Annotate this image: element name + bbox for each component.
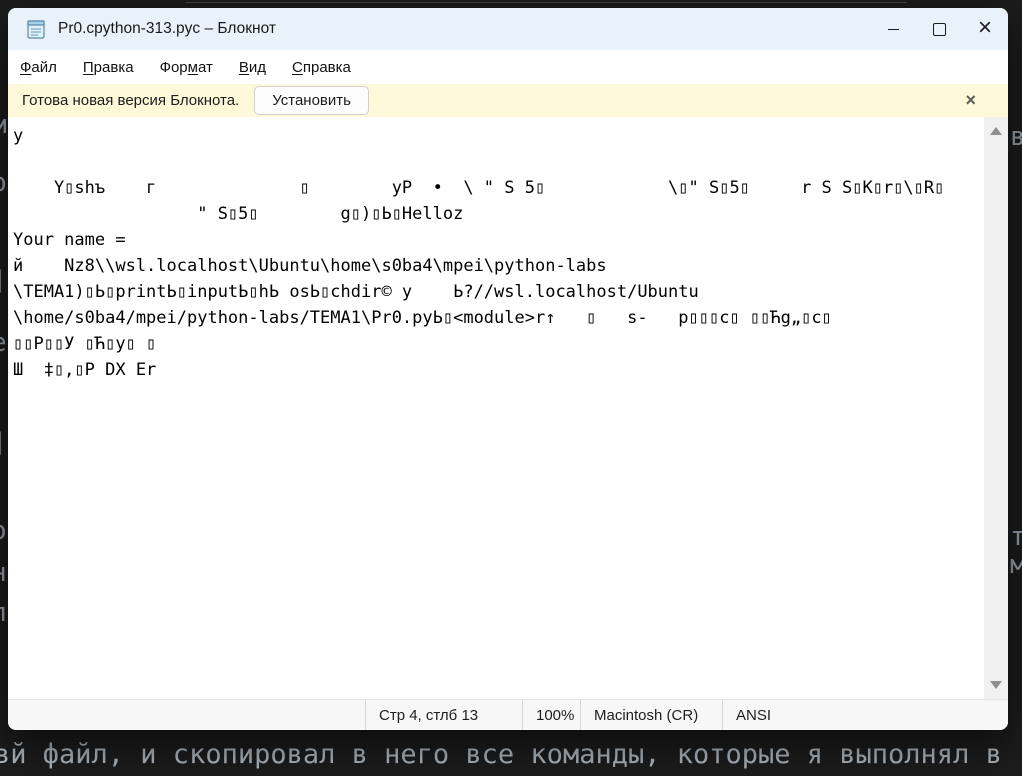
menu-file[interactable]: Файл — [12, 54, 65, 81]
status-spacer — [8, 700, 365, 730]
close-icon: × — [978, 16, 992, 40]
status-cursor-position: Стр 4, стлб 13 — [365, 700, 522, 730]
menu-edit[interactable]: Правка — [75, 54, 142, 81]
cursor-position-label: Стр 4, стлб 13 — [379, 707, 478, 724]
minimize-icon — [888, 29, 899, 30]
menu-label-part: ид — [249, 59, 266, 76]
notepad-icon — [24, 17, 48, 41]
status-zoom-level: 100% — [522, 700, 580, 730]
window-title: Pr0.cpython-313.pyc – Блокнот — [58, 20, 276, 38]
menu-accesskey: П — [83, 59, 94, 76]
menu-view[interactable]: Вид — [231, 54, 274, 81]
text-editor-area: y Y▯shъ г ▯ yP • \ " S 5▯ \▯" S▯5▯ r S S… — [8, 117, 1008, 699]
background-text-fragment: р — [0, 170, 7, 196]
vertical-scrollbar[interactable] — [984, 117, 1008, 699]
menu-bar: Файл Правка Формат Вид Справка — [8, 50, 1008, 84]
menu-accesskey: В — [239, 59, 249, 76]
banner-close-icon[interactable]: × — [965, 90, 976, 111]
menu-accesskey: Ф — [20, 59, 31, 76]
resize-grip[interactable] — [1001, 723, 1003, 725]
install-button[interactable]: Установить — [254, 86, 369, 115]
background-window-edge — [185, 2, 907, 3]
title-bar[interactable]: Pr0.cpython-313.pyc – Блокнот × — [8, 8, 1008, 50]
status-line-ending: Macintosh (CR) — [580, 700, 722, 730]
document-text[interactable]: y Y▯shъ г ▯ yP • \ " S 5▯ \▯" S▯5▯ r S S… — [8, 117, 984, 699]
status-encoding: ANSI — [722, 700, 1008, 730]
background-text-fragment: т — [1010, 524, 1022, 550]
background-text-fragment: м — [1010, 552, 1022, 578]
menu-format[interactable]: Формат — [152, 54, 221, 81]
menu-label-part: Фор — [160, 59, 188, 76]
window-controls: × — [870, 8, 1008, 50]
menu-label-part: правка — [303, 59, 351, 76]
menu-help[interactable]: Справка — [284, 54, 359, 81]
terminal-text-line: вй файл, и скопировал в него все команды… — [0, 739, 1002, 770]
menu-label-part: ат — [198, 59, 213, 76]
menu-accesskey: С — [292, 59, 303, 76]
background-text-fragment: ] — [0, 430, 7, 456]
maximize-icon — [933, 23, 946, 36]
background-text-fragment: н — [0, 560, 7, 586]
scroll-up-icon[interactable] — [990, 127, 1002, 135]
desktop-background: м р ] е ] о н л в т м вй файл, и скопиро… — [0, 0, 1022, 776]
encoding-label: ANSI — [736, 707, 771, 724]
background-text-fragment: в — [1010, 124, 1022, 150]
line-ending-label: Macintosh (CR) — [594, 707, 698, 724]
notepad-window: Pr0.cpython-313.pyc – Блокнот × Файл Пра… — [8, 8, 1008, 730]
update-banner: Готова новая версия Блокнота. Установить… — [8, 84, 1008, 117]
update-banner-message: Готова новая версия Блокнота. — [22, 92, 239, 109]
scroll-down-icon[interactable] — [990, 681, 1002, 689]
background-text-fragment: л — [0, 600, 7, 626]
close-button[interactable]: × — [962, 8, 1008, 50]
menu-label-part: равка — [94, 59, 134, 76]
background-text-fragment: ] — [0, 268, 7, 294]
status-bar: Стр 4, стлб 13 100% Macintosh (CR) ANSI — [8, 699, 1008, 730]
background-text-fragment: о — [0, 518, 7, 544]
background-text-fragment: е — [0, 330, 7, 356]
maximize-button[interactable] — [916, 8, 962, 50]
background-text-fragment: м — [0, 112, 7, 138]
menu-accesskey: м — [188, 59, 198, 76]
minimize-button[interactable] — [870, 8, 916, 50]
menu-label-part: айл — [31, 59, 56, 76]
zoom-level-label: 100% — [536, 707, 574, 724]
